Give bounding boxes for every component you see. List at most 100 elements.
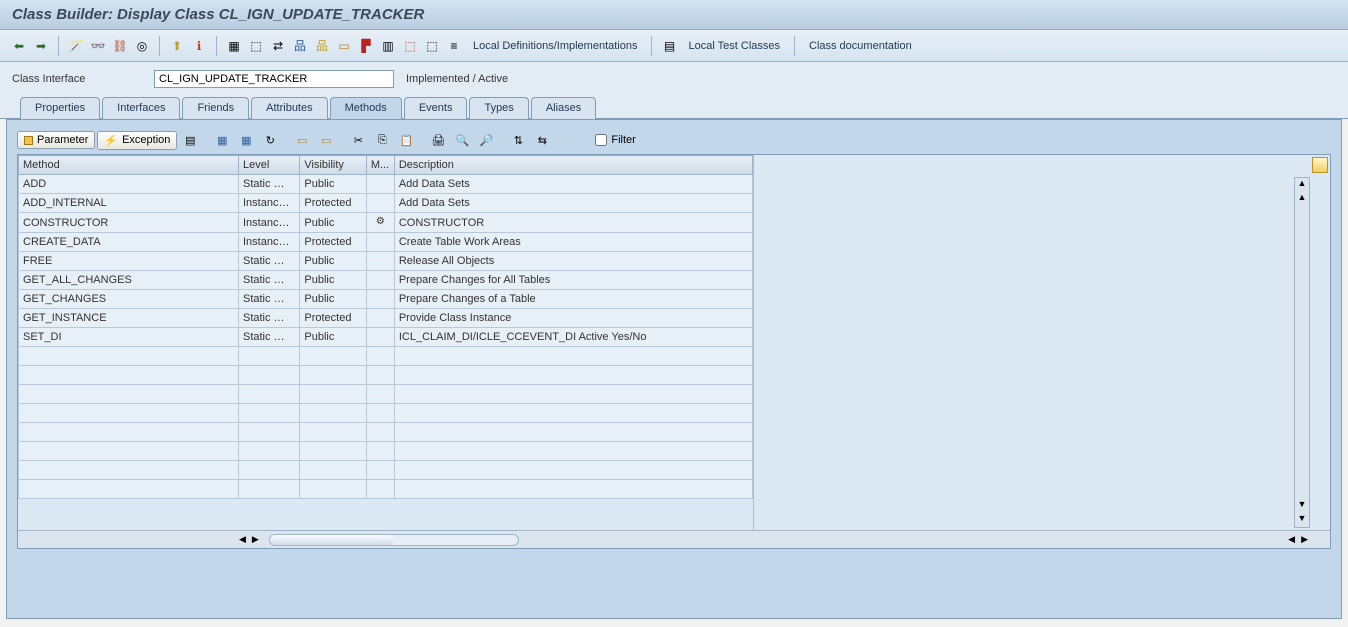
scroll-up-icon[interactable]: ▲ <box>1298 178 1307 192</box>
test-class-icon[interactable]: ▤ <box>660 37 678 55</box>
table-row[interactable]: GET_CHANGESStatic …PublicPrepare Changes… <box>19 290 753 309</box>
sort-desc-icon[interactable]: ⇆ <box>531 130 553 150</box>
local-defs-link[interactable]: Local Definitions/Implementations <box>467 38 643 54</box>
hierarchy-icon[interactable]: ⬆ <box>168 37 186 55</box>
table-row[interactable] <box>19 480 753 499</box>
cell-method[interactable]: CONSTRUCTOR <box>19 213 239 233</box>
copy-icon[interactable]: ⎘ <box>371 130 393 150</box>
cell-level[interactable]: Static … <box>238 271 299 290</box>
cell-method[interactable]: GET_ALL_CHANGES <box>19 271 239 290</box>
test-icon[interactable]: ⬚ <box>401 37 419 55</box>
cell-description[interactable]: Release All Objects <box>394 252 752 271</box>
cell-visibility[interactable]: Protected <box>300 309 367 328</box>
col-method[interactable]: Method <box>19 156 239 175</box>
tab-methods[interactable]: Methods <box>330 97 402 119</box>
table-row[interactable]: FREEStatic …Public Release All Objects <box>19 252 753 271</box>
col-visibility[interactable]: Visibility <box>300 156 367 175</box>
cell-level[interactable]: Static … <box>238 175 299 194</box>
doc-icon[interactable]: ≡ <box>445 37 463 55</box>
tree-icon[interactable]: ⬚ <box>247 37 265 55</box>
book-icon[interactable]: ▭ <box>335 37 353 55</box>
class-name-input[interactable] <box>154 70 394 88</box>
forward-icon[interactable]: ➡ <box>32 37 50 55</box>
cell-method[interactable]: FREE <box>19 252 239 271</box>
wand-icon[interactable]: 🪄 <box>67 37 85 55</box>
tab-properties[interactable]: Properties <box>20 97 100 119</box>
table-row[interactable] <box>19 404 753 423</box>
table-row[interactable] <box>19 423 753 442</box>
cell-method[interactable]: ADD_INTERNAL <box>19 194 239 213</box>
table-row[interactable] <box>19 347 753 366</box>
scroll-left2-icon[interactable]: ◀ <box>1286 534 1297 545</box>
cell-visibility[interactable]: Protected <box>300 233 367 252</box>
grid-settings-icon[interactable] <box>1312 157 1328 173</box>
spiral-icon[interactable]: ◎ <box>133 37 151 55</box>
display-icon[interactable]: ▥ <box>379 37 397 55</box>
table-row[interactable]: CREATE_DATAInstanc…Protected Create Table… <box>19 233 753 252</box>
cell-description[interactable]: Prepare Changes for All Tables <box>394 271 752 290</box>
table-row[interactable] <box>19 385 753 404</box>
scroll-right2-icon[interactable]: ▶ <box>1299 534 1310 545</box>
cell-visibility[interactable]: Protected <box>300 194 367 213</box>
class-doc-link[interactable]: Class documentation <box>803 38 918 54</box>
cell-visibility[interactable]: Public <box>300 252 367 271</box>
vertical-scrollbar[interactable]: ▲ ▲ ▼ ▼ <box>1294 177 1310 528</box>
activate-icon[interactable]: ⛓ <box>111 37 129 55</box>
col-level[interactable]: Level <box>238 156 299 175</box>
redefine-icon[interactable]: ↻ <box>259 130 281 150</box>
table-row[interactable] <box>19 461 753 480</box>
cell-visibility[interactable]: Public <box>300 175 367 194</box>
table-row[interactable]: SET_DIStatic …Public ICL_CLAIM_DI/ICLE_CC… <box>19 328 753 347</box>
insert-row-icon[interactable]: ▭ <box>291 130 313 150</box>
scroll-thumb[interactable] <box>270 535 394 545</box>
table-row[interactable] <box>19 442 753 461</box>
scroll-down2-icon[interactable]: ▼ <box>1298 513 1307 527</box>
cell-description[interactable]: Add Data Sets <box>394 194 752 213</box>
table-row[interactable]: ADDStatic …Public Add Data Sets <box>19 175 753 194</box>
scroll-up2-icon[interactable]: ▲ <box>1298 192 1307 206</box>
cell-method[interactable]: CREATE_DATA <box>19 233 239 252</box>
table-row[interactable] <box>19 366 753 385</box>
cell-level[interactable]: Instanc… <box>238 233 299 252</box>
table-row[interactable]: GET_ALL_CHANGESStatic …Public Prepare Cha… <box>19 271 753 290</box>
table-row[interactable]: GET_INSTANCEStatic …ProtectedProvide Cla… <box>19 309 753 328</box>
cell-description[interactable]: ICL_CLAIM_DI/ICLE_CCEVENT_DI Active Yes/… <box>394 328 752 347</box>
source-icon[interactable]: ▤ <box>179 130 201 150</box>
cell-description[interactable]: Prepare Changes of a Table <box>394 290 752 309</box>
cell-visibility[interactable]: Public <box>300 271 367 290</box>
pattern-icon[interactable]: ⬚ <box>423 37 441 55</box>
paste-icon[interactable]: 📋 <box>395 130 417 150</box>
tab-interfaces[interactable]: Interfaces <box>102 97 180 119</box>
detail-icon[interactable]: ▦ <box>211 130 233 150</box>
cell-description[interactable]: Create Table Work Areas <box>394 233 752 252</box>
tab-friends[interactable]: Friends <box>182 97 249 119</box>
delete-row-icon[interactable]: ▭ <box>315 130 337 150</box>
tab-events[interactable]: Events <box>404 97 468 119</box>
layout-icon[interactable]: ▦ <box>225 37 243 55</box>
object-list-icon[interactable]: 品 <box>313 37 331 55</box>
cell-description[interactable]: Add Data Sets <box>394 175 752 194</box>
cell-level[interactable]: Static … <box>238 252 299 271</box>
cell-method[interactable]: SET_DI <box>19 328 239 347</box>
flag-icon[interactable]: ▛ <box>357 37 375 55</box>
tab-aliases[interactable]: Aliases <box>531 97 596 119</box>
cell-visibility[interactable]: Public <box>300 328 367 347</box>
local-test-link[interactable]: Local Test Classes <box>682 38 786 54</box>
find-icon[interactable]: 🔍 <box>451 130 473 150</box>
cell-visibility[interactable]: Public <box>300 290 367 309</box>
cell-level[interactable]: Static … <box>238 328 299 347</box>
cell-level[interactable]: Instanc… <box>238 194 299 213</box>
filter-checkbox[interactable] <box>595 134 607 146</box>
cell-level[interactable]: Static … <box>238 309 299 328</box>
col-m[interactable]: M... <box>366 156 394 175</box>
cell-level[interactable]: Static … <box>238 290 299 309</box>
cell-method[interactable]: ADD <box>19 175 239 194</box>
insert-icon[interactable]: ▦ <box>235 130 257 150</box>
sort-asc-icon[interactable]: ⇅ <box>507 130 529 150</box>
tab-types[interactable]: Types <box>469 97 528 119</box>
scroll-down-icon[interactable]: ▼ <box>1298 499 1307 513</box>
tab-attributes[interactable]: Attributes <box>251 97 327 119</box>
table-row[interactable]: CONSTRUCTORInstanc…Public⚙CONSTRUCTOR <box>19 213 753 233</box>
glasses-icon[interactable]: 👓 <box>89 37 107 55</box>
cell-level[interactable]: Instanc… <box>238 213 299 233</box>
